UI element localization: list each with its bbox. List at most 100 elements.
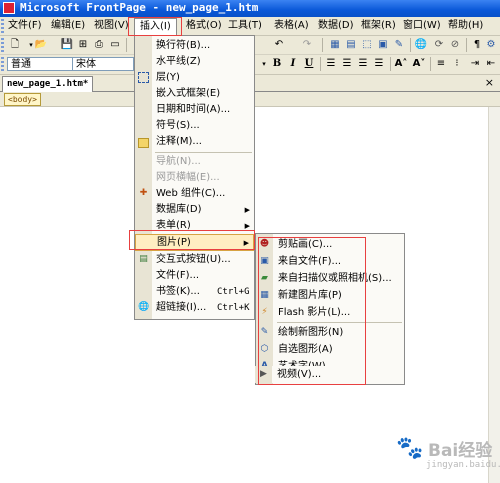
menu-item-web-component[interactable]: ✚ Web 组件(C)...	[135, 186, 254, 202]
stop-icon[interactable]: ⊘	[448, 38, 462, 52]
menu-item-date-time[interactable]: 日期和时间(A)...	[135, 102, 254, 118]
submenu-arrow-icon: ▶	[243, 239, 249, 247]
open-icon[interactable]: 📂	[34, 38, 48, 52]
menu-item-video[interactable]: ▶ 视频(V)...	[255, 366, 403, 383]
menu-item-label: 日期和时间(A)...	[156, 104, 231, 115]
menu-item-form[interactable]: 表单(R) ▶	[135, 218, 254, 234]
close-icon[interactable]: ×	[485, 76, 494, 90]
underline-button[interactable]: U	[302, 57, 316, 71]
outdent-icon[interactable]: ⇤	[484, 57, 498, 71]
numbering-icon[interactable]: ≡	[434, 57, 448, 71]
menu-tools[interactable]: 工具(T)	[228, 19, 262, 33]
chevron-down-icon[interactable]: ▾	[257, 57, 271, 71]
menu-item-inline-frame[interactable]: 嵌入式框架(E)	[135, 86, 254, 102]
align-center-icon[interactable]: ☰	[340, 57, 354, 71]
window-title: Microsoft FrontPage - new_page_1.htm	[20, 1, 259, 14]
bold-button[interactable]: B	[270, 57, 284, 71]
indent-icon[interactable]: ⇥	[468, 57, 482, 71]
menu-item-scanner-camera[interactable]: ▰ 来自扫描仪或照相机(S)...	[256, 270, 404, 287]
menu-help[interactable]: 帮助(H)	[448, 19, 483, 33]
menu-item-hyperlink[interactable]: 🌐 超链接(I)... Ctrl+K	[135, 300, 254, 316]
watermark-text: Bai经验	[428, 441, 493, 461]
menu-item-label: 换行符(B)...	[156, 40, 211, 51]
save-icon[interactable]: 💾	[60, 38, 74, 52]
show-all-icon[interactable]: ¶	[470, 38, 484, 52]
tab-new-page[interactable]: new_page_1.htm*	[2, 76, 94, 92]
align-left-icon[interactable]: ☰	[324, 57, 338, 71]
menu-item-file[interactable]: 文件(F)...	[135, 268, 254, 284]
toolbar-overflow-icon[interactable]: ⚙	[484, 38, 498, 52]
menu-item-label: 交互式按钮(U)...	[156, 254, 231, 265]
menu-edit[interactable]: 编辑(E)	[51, 19, 85, 33]
toolbar-separator	[466, 38, 467, 52]
menu-data[interactable]: 数据(D)	[318, 19, 354, 33]
autoshapes-icon: ⬡	[260, 344, 269, 354]
preview-icon[interactable]: ▭	[108, 38, 122, 52]
menu-item-label: 视频(V)...	[277, 369, 322, 380]
menu-insert[interactable]: 插入(I)	[134, 18, 177, 36]
menu-item-bookmark[interactable]: 书签(K)... Ctrl+G	[135, 284, 254, 300]
menu-item-flash-movie[interactable]: ⚡ Flash 影片(L)...	[256, 304, 404, 321]
menu-separator	[277, 322, 402, 323]
menu-view[interactable]: 视图(V)	[94, 19, 129, 33]
body-tag-chip[interactable]: <body>	[4, 93, 41, 106]
menu-item-from-file[interactable]: ▣ 来自文件(F)...	[256, 253, 404, 270]
menu-item-new-drawing[interactable]: ✎ 绘制新图形(N)	[256, 324, 404, 341]
menu-item-autoshapes[interactable]: ⬡ 自选图形(A)	[256, 341, 404, 358]
menu-item-interactive-button[interactable]: ▤ 交互式按钮(U)...	[135, 252, 254, 268]
justify-icon[interactable]: ☰	[372, 57, 386, 71]
increase-font-icon[interactable]: A˄	[394, 57, 408, 71]
bullets-icon[interactable]: ⁝	[450, 57, 464, 71]
font-select[interactable]: 宋体	[72, 57, 134, 71]
hyperlink-icon[interactable]: 🌐	[414, 38, 428, 52]
drawing-icon[interactable]: ✎	[392, 38, 406, 52]
italic-button[interactable]: I	[286, 57, 300, 71]
title-bar: Microsoft FrontPage - new_page_1.htm	[0, 0, 500, 17]
undo-icon[interactable]: ↶	[272, 38, 286, 52]
menu-item-label: 层(Y)	[156, 72, 180, 83]
menu-item-picture[interactable]: 图片(P) ▶	[135, 234, 254, 251]
menu-table[interactable]: 表格(A)	[274, 19, 309, 33]
vertical-scrollbar[interactable]	[488, 107, 500, 483]
web-component-icon[interactable]: ▦	[328, 38, 342, 52]
menu-bar: 文件(F) 编辑(E) 视图(V) 插入(I) 格式(O) 工具(T) 表格(A…	[0, 17, 500, 36]
menu-item-clipart[interactable]: ☻ 剪贴画(C)...	[256, 236, 404, 253]
video-icon: ▶	[260, 369, 267, 379]
insert-table-icon[interactable]: ▤	[344, 38, 358, 52]
menu-item-break[interactable]: 换行符(B)...	[135, 38, 254, 54]
menu-frames[interactable]: 框架(R)	[361, 19, 396, 33]
align-right-icon[interactable]: ☰	[356, 57, 370, 71]
menu-item-comment[interactable]: 注释(M)...	[135, 134, 254, 150]
layer-icon	[138, 72, 149, 83]
publish-icon[interactable]: ⊞	[76, 38, 90, 52]
menu-item-layer[interactable]: 层(Y)	[135, 70, 254, 86]
menu-item-database[interactable]: 数据库(D) ▶	[135, 202, 254, 218]
menu-file[interactable]: 文件(F)	[8, 19, 42, 33]
style-value: 普通	[11, 59, 31, 70]
decrease-font-icon[interactable]: A˅	[412, 57, 426, 71]
menu-item-label: 表单(R)	[156, 220, 191, 231]
paw-logo-icon: 🐾	[396, 436, 424, 461]
menubar-grip[interactable]	[1, 19, 4, 33]
menu-item-photo-gallery[interactable]: ▦ 新建图片库(P)	[256, 287, 404, 304]
menu-item-symbol[interactable]: 符号(S)...	[135, 118, 254, 134]
menu-item-label: 超链接(I)...	[156, 302, 207, 313]
web-component-icon: ✚	[139, 188, 148, 198]
menu-item-label: 数据库(D)	[156, 204, 202, 215]
refresh-icon[interactable]: ⟳	[432, 38, 446, 52]
insert-picture-icon[interactable]: ▣	[376, 38, 390, 52]
menu-item-horizontal-line[interactable]: 水平线(Z)	[135, 54, 254, 70]
photo-gallery-icon: ▦	[260, 290, 269, 300]
toolbar-grip[interactable]	[1, 38, 4, 52]
new-page-icon[interactable]: 🗋	[8, 38, 22, 52]
menu-window[interactable]: 窗口(W)	[403, 19, 441, 33]
insert-layer-icon[interactable]: ⬚	[360, 38, 374, 52]
print-icon[interactable]: ⎙	[92, 38, 106, 52]
menu-separator	[155, 152, 252, 153]
watermark: 🐾 Bai经验 jingyan.baidu.com	[388, 432, 500, 480]
menu-item-label: 网页横幅(E)...	[156, 172, 220, 183]
toolbar-grip[interactable]	[1, 57, 4, 71]
menu-format[interactable]: 格式(O)	[186, 19, 222, 33]
menu-item-label: 符号(S)...	[156, 120, 200, 131]
redo-icon[interactable]: ↷	[300, 38, 314, 52]
